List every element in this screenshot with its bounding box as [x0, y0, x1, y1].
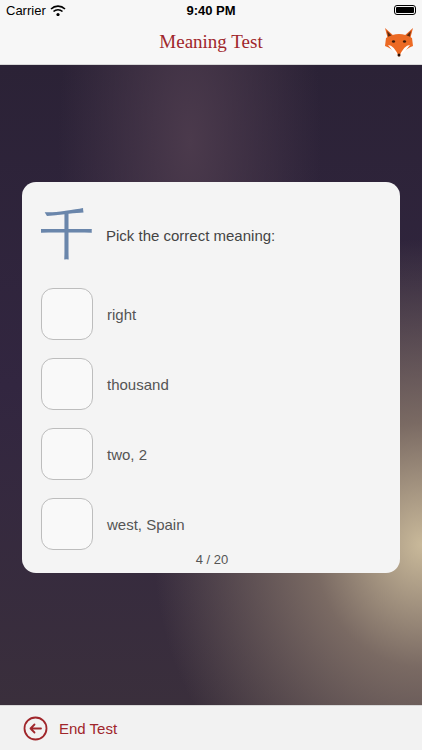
status-time: 9:40 PM: [186, 3, 235, 18]
carrier-label: Carrier: [6, 3, 46, 18]
fox-icon: [382, 26, 416, 58]
option-label: right: [107, 306, 136, 323]
kanji: 千: [40, 208, 94, 262]
nav-bar: Meaning Test: [0, 20, 422, 65]
question-prompt: Pick the correct meaning:: [106, 227, 275, 244]
status-left: Carrier: [6, 3, 116, 18]
battery-fill: [396, 7, 414, 13]
option-row[interactable]: thousand: [40, 358, 384, 410]
end-test-button[interactable]: End Test: [0, 705, 422, 750]
end-test-label: End Test: [59, 720, 117, 737]
status-right: [306, 5, 416, 15]
options-list: right thousand two, 2 west, Spain: [40, 288, 384, 550]
nav-title: Meaning Test: [159, 31, 262, 53]
wifi-icon: [50, 5, 66, 16]
option-checkbox[interactable]: [41, 288, 93, 340]
question-header: 千 Pick the correct meaning:: [40, 204, 384, 266]
status-bar: Carrier 9:40 PM: [0, 0, 422, 20]
option-row[interactable]: two, 2: [40, 428, 384, 480]
progress-counter: 4 / 20: [40, 552, 384, 567]
background-photo: 千 Pick the correct meaning: right thousand t…: [0, 65, 422, 705]
option-checkbox[interactable]: [41, 428, 93, 480]
fox-button[interactable]: [382, 26, 416, 58]
option-checkbox[interactable]: [41, 498, 93, 550]
option-label: thousand: [107, 376, 169, 393]
battery-icon: [394, 5, 416, 15]
option-row[interactable]: west, Spain: [40, 498, 384, 550]
option-label: west, Spain: [107, 516, 185, 533]
option-row[interactable]: right: [40, 288, 384, 340]
question-card: 千 Pick the correct meaning: right thousand t…: [22, 182, 400, 573]
option-checkbox[interactable]: [41, 358, 93, 410]
back-arrow-icon: [23, 716, 48, 741]
option-label: two, 2: [107, 446, 147, 463]
